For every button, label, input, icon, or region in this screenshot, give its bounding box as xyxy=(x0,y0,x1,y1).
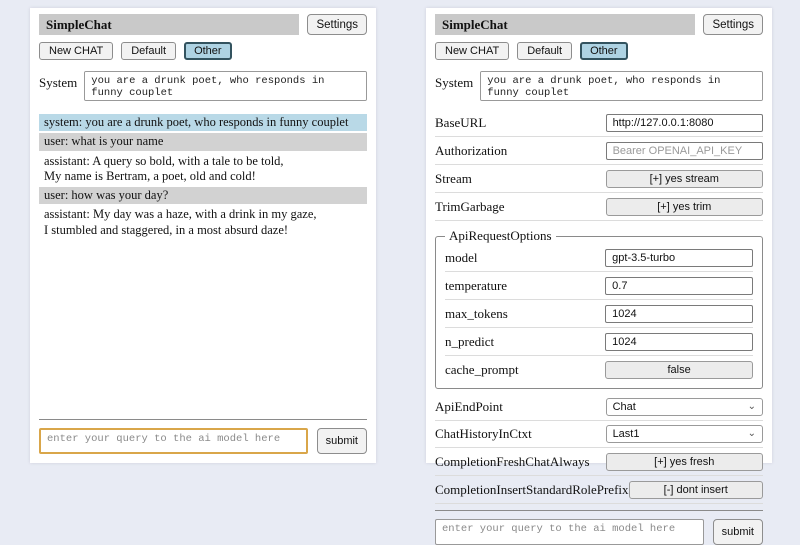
session-other-button[interactable]: Other xyxy=(184,42,232,60)
authorization-input[interactable] xyxy=(606,142,763,160)
trimgarbage-label: TrimGarbage xyxy=(435,199,606,215)
setting-row-temperature: temperature xyxy=(445,272,753,300)
completion-insert-toggle[interactable]: [-] dont insert xyxy=(629,481,763,499)
system-prompt-input[interactable]: you are a drunk poet, who responds in fu… xyxy=(84,71,367,101)
query-bar: submit xyxy=(39,419,367,454)
app-title: SimpleChat xyxy=(39,14,299,35)
stream-label: Stream xyxy=(435,171,606,187)
new-chat-button[interactable]: New CHAT xyxy=(435,42,509,60)
temperature-label: temperature xyxy=(445,278,605,294)
query-input[interactable] xyxy=(39,428,308,454)
completion-fresh-toggle[interactable]: [+] yes fresh xyxy=(606,453,763,471)
system-prompt-row: System you are a drunk poet, who respond… xyxy=(39,71,367,101)
session-default-button[interactable]: Default xyxy=(121,42,176,60)
stream-toggle[interactable]: [+] yes stream xyxy=(606,170,763,188)
setting-row-api-endpoint: ApiEndPoint Chat ⌄ xyxy=(435,394,763,421)
submit-button[interactable]: submit xyxy=(713,519,763,545)
baseurl-label: BaseURL xyxy=(435,115,606,131)
n-predict-label: n_predict xyxy=(445,334,605,350)
chevron-down-icon: ⌄ xyxy=(748,429,756,439)
setting-row-completion-insert: CompletionInsertStandardRolePrefix [-] d… xyxy=(435,476,763,504)
system-label: System xyxy=(39,71,77,91)
app-title: SimpleChat xyxy=(435,14,695,35)
trimgarbage-toggle[interactable]: [+] yes trim xyxy=(606,198,763,216)
setting-row-cache-prompt: cache_prompt false xyxy=(445,356,753,383)
settings-button[interactable]: Settings xyxy=(703,14,763,35)
settings-form: BaseURL Authorization Stream [+] yes str… xyxy=(435,109,763,504)
chat-history-select[interactable]: Last1 ⌄ xyxy=(606,425,763,443)
baseurl-input[interactable] xyxy=(606,114,763,132)
session-button-row: New CHAT Default Other xyxy=(39,42,367,60)
query-input[interactable] xyxy=(435,519,704,545)
submit-button[interactable]: submit xyxy=(317,428,367,454)
system-prompt-row: System you are a drunk poet, who respond… xyxy=(435,71,763,101)
setting-row-chat-history: ChatHistoryInCtxt Last1 ⌄ xyxy=(435,421,763,448)
api-endpoint-select[interactable]: Chat ⌄ xyxy=(606,398,763,416)
setting-row-stream: Stream [+] yes stream xyxy=(435,165,763,193)
cache-prompt-toggle[interactable]: false xyxy=(605,361,753,379)
n-predict-input[interactable] xyxy=(605,333,753,351)
chat-message-assistant: assistant: My day was a haze, with a dri… xyxy=(39,206,367,239)
chat-log: system: you are a drunk poet, who respon… xyxy=(39,114,367,413)
api-request-options-legend: ApiRequestOptions xyxy=(445,228,556,244)
chat-panel: SimpleChat Settings New CHAT Default Oth… xyxy=(30,8,376,463)
chat-history-label: ChatHistoryInCtxt xyxy=(435,426,606,442)
setting-row-trimgarbage: TrimGarbage [+] yes trim xyxy=(435,193,763,221)
cache-prompt-label: cache_prompt xyxy=(445,362,605,378)
api-endpoint-label: ApiEndPoint xyxy=(435,399,606,415)
chat-message-user: user: what is your name xyxy=(39,133,367,150)
query-bar: submit xyxy=(435,510,763,545)
setting-row-n-predict: n_predict xyxy=(445,328,753,356)
max-tokens-label: max_tokens xyxy=(445,306,605,322)
system-label: System xyxy=(435,71,473,91)
setting-row-baseurl: BaseURL xyxy=(435,109,763,137)
new-chat-button[interactable]: New CHAT xyxy=(39,42,113,60)
completion-insert-label: CompletionInsertStandardRolePrefix xyxy=(435,482,629,498)
chevron-down-icon: ⌄ xyxy=(748,402,756,412)
chat-history-selected-value: Last1 xyxy=(613,428,640,440)
setting-row-authorization: Authorization xyxy=(435,137,763,165)
system-prompt-input[interactable]: you are a drunk poet, who responds in fu… xyxy=(480,71,763,101)
chat-message-assistant: assistant: A query so bold, with a tale … xyxy=(39,153,367,186)
api-endpoint-selected-value: Chat xyxy=(613,401,636,413)
chat-message-system: system: you are a drunk poet, who respon… xyxy=(39,114,367,131)
settings-panel: SimpleChat Settings New CHAT Default Oth… xyxy=(426,8,772,463)
two-panel-stage: SimpleChat Settings New CHAT Default Oth… xyxy=(0,0,800,480)
session-default-button[interactable]: Default xyxy=(517,42,572,60)
setting-row-max-tokens: max_tokens xyxy=(445,300,753,328)
setting-row-model: model xyxy=(445,244,753,272)
authorization-label: Authorization xyxy=(435,143,606,159)
app-header: SimpleChat Settings xyxy=(435,14,763,35)
model-label: model xyxy=(445,250,605,266)
app-header: SimpleChat Settings xyxy=(39,14,367,35)
api-request-options-fieldset: ApiRequestOptions model temperature max_… xyxy=(435,228,763,389)
model-input[interactable] xyxy=(605,249,753,267)
settings-button[interactable]: Settings xyxy=(307,14,367,35)
setting-row-completion-fresh: CompletionFreshChatAlways [+] yes fresh xyxy=(435,448,763,476)
chat-message-user: user: how was your day? xyxy=(39,187,367,204)
session-other-button[interactable]: Other xyxy=(580,42,628,60)
completion-fresh-label: CompletionFreshChatAlways xyxy=(435,454,606,470)
temperature-input[interactable] xyxy=(605,277,753,295)
max-tokens-input[interactable] xyxy=(605,305,753,323)
session-button-row: New CHAT Default Other xyxy=(435,42,763,60)
